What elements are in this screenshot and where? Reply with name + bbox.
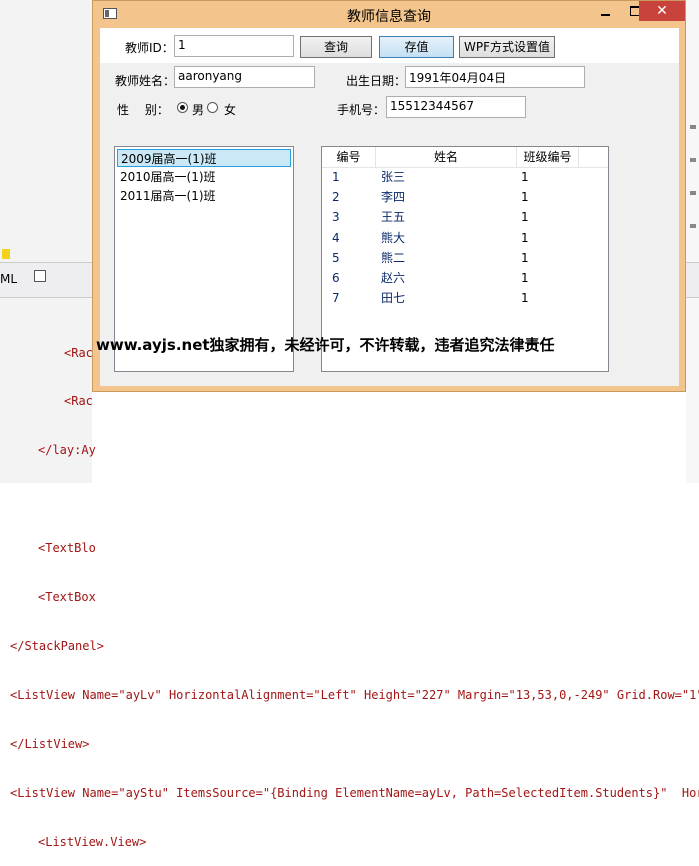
student-class-id-cell: 1: [521, 210, 529, 225]
student-name-cell: 熊二: [381, 250, 406, 265]
code-editor[interactable]: <Rac <Rac </lay:Ay <TextBlo <TextBox </S…: [0, 312, 699, 866]
student-name-cell: 赵六: [381, 271, 406, 285]
list-item[interactable]: 2009届高一(1)班: [117, 149, 291, 167]
code-text: </ListView>: [10, 736, 90, 751]
arrow-left-icon[interactable]: [2, 249, 10, 259]
gender-label: 性 别：: [117, 103, 169, 117]
code-text: </lay:Ay: [38, 443, 96, 458]
phone-label: 手机号：: [337, 103, 386, 117]
student-class-id-cell: 1: [521, 170, 529, 184]
close-icon[interactable]: ✕: [639, 1, 685, 21]
code-text: <Rac: [64, 394, 93, 409]
list-item[interactable]: 2011届高一(1)班: [117, 187, 291, 205]
code-line: <TextBox: [0, 589, 699, 605]
code-line: </StackPanel>: [0, 638, 699, 654]
teacher-id-label: 教师ID：: [125, 41, 174, 55]
code-text: </StackPanel>: [10, 638, 104, 653]
student-class-id-cell: 1: [521, 291, 529, 306]
code-text: <TextBox: [38, 590, 96, 605]
table-row[interactable]: 1 张三 1: [322, 167, 608, 187]
gender-male-radio[interactable]: [177, 102, 188, 113]
student-id-cell: 3: [332, 210, 340, 225]
student-class-id-cell: 1: [521, 230, 529, 245]
student-name-cell: 李四: [381, 190, 406, 205]
code-line: </lay:Ay: [0, 442, 699, 458]
column-header-id[interactable]: 编号: [322, 147, 376, 167]
student-id-cell: 1: [332, 170, 340, 184]
student-name-cell: 张三: [381, 170, 406, 184]
teacher-name-label: 教师姓名：: [115, 74, 176, 88]
teacher-name-input[interactable]: aaronyang: [174, 66, 315, 88]
list-header: 编号 姓名 班级编号: [322, 147, 608, 168]
watermark-text: www.ayjs.net独家拥有，未经许可，不许转载，违者追究法律责任: [96, 336, 555, 354]
wpf-set-value-button[interactable]: WPF方式设置值: [459, 36, 555, 58]
student-name-cell: 熊大: [381, 230, 406, 245]
code-line: <Rac: [0, 393, 699, 409]
table-row[interactable]: 4 熊大 1: [322, 228, 608, 248]
window-client-area: 教师ID： 1 查询 存值 WPF方式设置值 教师姓名： aaronyang 出…: [100, 28, 679, 386]
teacher-id-input[interactable]: 1: [174, 35, 294, 57]
student-id-cell: 2: [332, 190, 340, 205]
table-row[interactable]: 3 王五 1: [322, 207, 608, 227]
code-line: <ListView Name="ayStu" ItemsSource="{Bin…: [0, 785, 699, 801]
code-text: <Rac: [64, 345, 93, 360]
code-text: <ListView.View>: [38, 834, 147, 849]
gender-male-label[interactable]: 男: [192, 101, 204, 118]
save-button[interactable]: 存值: [379, 36, 454, 58]
student-class-id-cell: 1: [521, 271, 529, 285]
code-text: <ListView Name="ayStu" ItemsSource="{Bin…: [10, 785, 699, 800]
query-button[interactable]: 查询: [300, 36, 372, 58]
student-name-cell: 田七: [381, 291, 406, 306]
code-line: <ListView Name="ayLv" HorizontalAlignmen…: [0, 687, 699, 703]
list-item[interactable]: 2010届高一(1)班: [117, 168, 291, 186]
code-line: <ListView.View>: [0, 834, 699, 850]
document-icon[interactable]: [34, 270, 46, 282]
student-class-id-cell: 1: [521, 250, 529, 265]
phone-input[interactable]: 15512344567: [386, 96, 526, 118]
student-class-id-cell: 1: [521, 190, 529, 205]
gender-female-label[interactable]: 女: [224, 101, 236, 118]
student-id-cell: 4: [332, 230, 340, 245]
table-row[interactable]: 7 田七 1: [322, 288, 608, 308]
minimize-icon[interactable]: [591, 1, 621, 23]
student-id-cell: 6: [332, 271, 340, 285]
birth-date-label: 出生日期：: [346, 74, 407, 88]
code-line: <TextBlo: [0, 540, 699, 556]
table-row[interactable]: 6 赵六 1: [322, 268, 608, 288]
gender-female-radio[interactable]: [207, 102, 218, 113]
ide-tab-xaml[interactable]: ML: [0, 272, 17, 286]
table-row[interactable]: 5 熊二 1: [322, 248, 608, 268]
student-id-cell: 7: [332, 291, 340, 306]
birth-date-input[interactable]: 1991年04月04日: [405, 66, 585, 88]
code-text: <TextBlo: [38, 541, 96, 556]
column-header-class-id[interactable]: 班级编号: [517, 147, 579, 167]
table-row[interactable]: 2 李四 1: [322, 187, 608, 207]
code-text: <ListView Name="ayLv" HorizontalAlignmen…: [10, 687, 699, 702]
column-header-name[interactable]: 姓名: [376, 147, 517, 167]
title-bar[interactable]: 教师信息查询 ✕: [93, 1, 685, 28]
student-id-cell: 5: [332, 250, 340, 265]
code-line: </ListView>: [0, 736, 699, 752]
student-name-cell: 王五: [381, 210, 406, 225]
